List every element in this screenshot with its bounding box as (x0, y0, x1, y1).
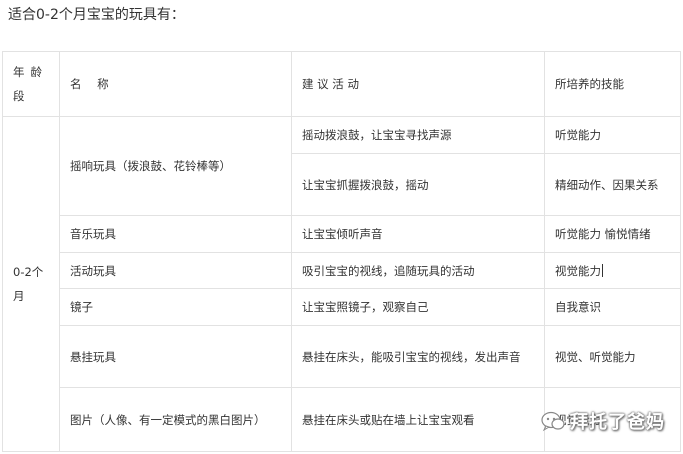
toy-table: 年龄段 名 称 建 议 活 动 所培养的技能 0-2个月 摇响玩具（拨浪鼓、花铃… (2, 51, 681, 452)
skill-cell: 自我意识 (544, 288, 681, 326)
activity-cell: 让宝宝抓握拨浪鼓，摇动 (291, 153, 545, 216)
table-row: 音乐玩具 让宝宝倾听声音 听觉能力 愉悦情绪 (3, 215, 681, 253)
toy-name-cell: 悬挂玩具 (59, 325, 292, 388)
skill-text: 视觉能力 (555, 263, 601, 278)
watermark: 拜托了爸妈 (540, 408, 665, 434)
table-row: 活动玩具 吸引宝宝的视线，追随玩具的活动 视觉能力 (3, 252, 681, 289)
table-row: 0-2个月 摇响玩具（拨浪鼓、花铃棒等） 摇动拨浪鼓，让宝宝寻找声源 听觉能力 (2, 116, 681, 452)
activity-cell: 让宝宝倾听声音 (291, 215, 545, 253)
toy-name-cell: 活动玩具 (59, 252, 292, 289)
header-name: 名 称 (59, 51, 292, 117)
age-group-cell: 0-2个月 (2, 116, 60, 452)
header-age-label: 年龄段 (13, 65, 48, 103)
toy-name-cell: 音乐玩具 (59, 215, 292, 253)
toy-name-cell: 摇响玩具（拨浪鼓、花铃棒等） (59, 116, 292, 216)
skill-cell: 听觉能力 (544, 116, 681, 154)
skill-cell: 听觉能力 愉悦情绪 (544, 215, 681, 253)
text-cursor (602, 263, 603, 277)
toy-name-cell: 镜子 (59, 288, 292, 326)
wechat-bubble-icon (541, 411, 565, 432)
watermark-text: 拜托了爸妈 (570, 412, 665, 433)
toy-name-cell: 图片（人像、有一定模式的黑白图片） (59, 387, 292, 452)
activity-cell: 悬挂在床头或贴在墙上让宝宝观看 (291, 387, 545, 452)
header-skill: 所培养的技能 (544, 51, 681, 117)
page-heading: 适合0-2个月宝宝的玩具有： (8, 7, 185, 23)
header-activity: 建 议 活 动 (291, 51, 545, 117)
skill-cell: 视觉、听觉能力 (544, 325, 681, 388)
activity-cell: 悬挂在床头，能吸引宝宝的视线，发出声音 (291, 325, 545, 388)
header-age: 年龄段 (2, 51, 60, 117)
header-activity-label: 建 议 活 动 (302, 77, 359, 91)
activity-cell: 摇动拨浪鼓，让宝宝寻找声源 (291, 116, 545, 154)
table-row: 悬挂玩具 悬挂在床头，能吸引宝宝的视线，发出声音 视觉、听觉能力 (3, 325, 681, 388)
skill-cell[interactable]: 视觉能力 (544, 252, 681, 289)
skill-cell: 精细动作、因果关系 (544, 153, 681, 216)
activity-cell: 吸引宝宝的视线，追随玩具的活动 (291, 252, 545, 289)
table-header-row: 年龄段 名 称 建 议 活 动 所培养的技能 (2, 51, 681, 117)
activity-cell: 让宝宝照镜子，观察自己 (291, 288, 545, 326)
header-name-label: 名 称 (70, 77, 115, 91)
table-row: 镜子 让宝宝照镜子，观察自己 自我意识 (3, 288, 681, 326)
